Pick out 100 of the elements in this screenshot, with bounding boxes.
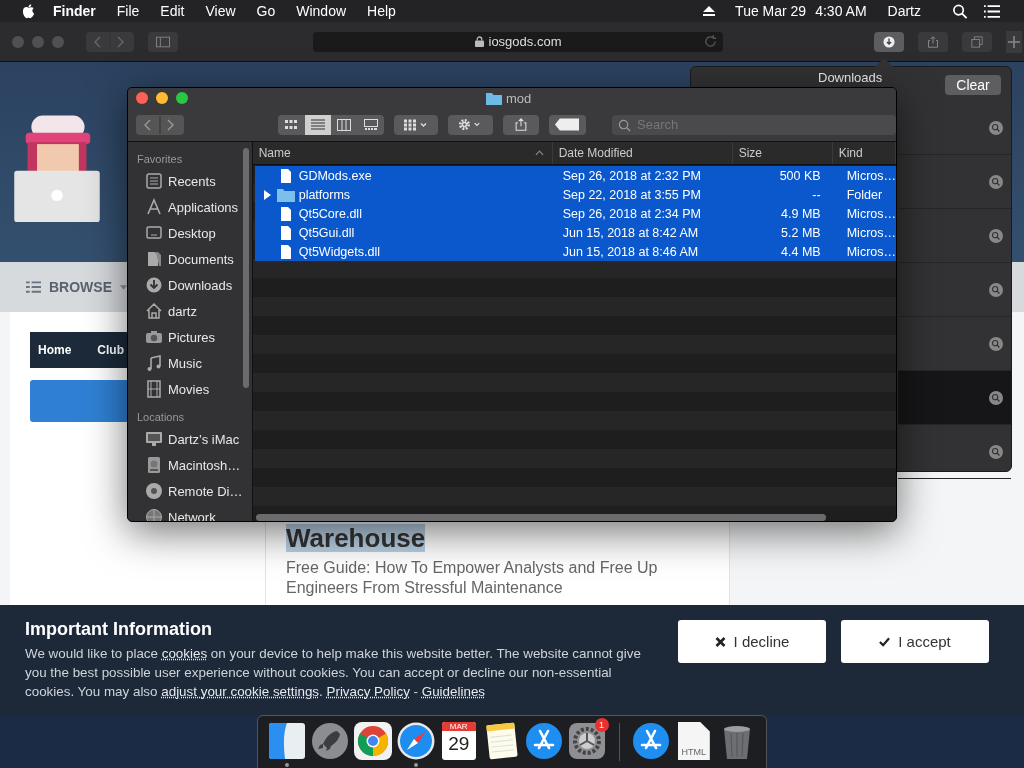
tag-button[interactable]	[548, 114, 586, 135]
breadcrumb-link[interactable]: Club	[97, 343, 124, 357]
zoom-button[interactable]	[176, 92, 188, 104]
sidebar-item[interactable]: Desktop	[168, 225, 216, 241]
action-menu-button[interactable]	[447, 114, 494, 135]
apple-icon[interactable]	[22, 3, 35, 19]
magnifier-icon[interactable]	[989, 174, 1003, 189]
back-forward-buttons[interactable]	[136, 114, 184, 135]
magnifier-icon[interactable]	[989, 228, 1003, 243]
music-note-icon	[145, 354, 163, 372]
magnifier-icon[interactable]	[989, 444, 1003, 459]
sidebar-item[interactable]: Recents	[168, 173, 216, 189]
address-field[interactable]: iosgods.com	[313, 31, 723, 52]
sidebar-button[interactable]	[148, 31, 178, 52]
close-button[interactable]	[136, 92, 148, 104]
sidebar-item[interactable]: Applications	[168, 199, 239, 215]
finder-icon[interactable]	[267, 721, 308, 761]
hard-drive-icon	[145, 456, 163, 474]
column-header[interactable]: Name	[258, 146, 291, 160]
menu-item[interactable]: Go	[256, 3, 276, 19]
film-icon	[145, 380, 163, 398]
list-icon	[26, 281, 41, 293]
popover-title: Downloads	[818, 70, 883, 85]
scrollbar[interactable]	[242, 148, 249, 388]
menu-item[interactable]: File	[116, 3, 140, 19]
menu-item[interactable]: Help	[367, 3, 396, 19]
file-row[interactable]: Qt5Core.dll Sep 26, 2018 at 2:34 PM 4.9 MB Micros…	[254, 204, 896, 223]
column-header[interactable]: Kind	[838, 146, 863, 160]
app-store-icon[interactable]	[524, 721, 565, 761]
sidebar-item[interactable]: dartz	[168, 303, 197, 319]
tabs-icon	[970, 35, 984, 48]
eject-icon[interactable]	[703, 6, 716, 16]
menu-item[interactable]: Window	[296, 3, 347, 19]
checkmark-icon	[879, 636, 891, 647]
cookie-title: Important Information	[25, 619, 213, 640]
group-button[interactable]	[394, 114, 438, 135]
gear-icon[interactable]	[567, 721, 608, 761]
accept-button[interactable]: I accept	[841, 620, 989, 663]
cookie-link[interactable]: Privacy Policy	[326, 684, 410, 699]
search-icon[interactable]	[952, 3, 968, 19]
new-tab-button[interactable]	[1006, 30, 1022, 53]
sidebar-item[interactable]: Pictures	[168, 329, 215, 345]
sidebar-heading: Locations	[137, 410, 186, 425]
minimize-button[interactable]	[156, 92, 168, 104]
menu-date[interactable]: Tue Mar 29	[735, 3, 807, 19]
magnifier-icon[interactable]	[989, 282, 1003, 297]
user-menu[interactable]: Dartz	[887, 3, 921, 19]
file-size: 500 KB	[779, 168, 821, 183]
download-icon	[145, 276, 163, 294]
sidebar-item[interactable]: Macintosh…	[168, 457, 241, 473]
sidebar-item[interactable]: Remote Di…	[168, 483, 243, 499]
tray-icon	[145, 172, 163, 190]
sidebar-item[interactable]: Dartz’s iMac	[168, 431, 240, 447]
monitor-icon	[145, 224, 163, 242]
list-icon[interactable]	[984, 3, 1000, 19]
file-row[interactable]: platforms Sep 22, 2018 at 3:55 PM -- Folder	[254, 185, 896, 204]
clear-button[interactable]: Clear	[945, 75, 1001, 95]
app-store-icon[interactable]	[631, 721, 671, 761]
chrome-icon[interactable]	[353, 721, 394, 761]
file-row[interactable]: GDMods.exe Sep 26, 2018 at 2:32 PM 500 KB Micros…	[254, 166, 896, 185]
sidebar-item[interactable]: Movies	[168, 381, 210, 397]
magnifier-icon[interactable]	[989, 120, 1003, 135]
menu-item[interactable]: View	[205, 3, 236, 19]
column-header[interactable]: Date Modified	[558, 146, 633, 160]
globe-icon	[145, 508, 163, 521]
sidebar-item[interactable]: Network	[168, 509, 216, 521]
file-row[interactable]: Qt5Widgets.dll Jun 15, 2018 at 8:46 AM 4.4 MB Micros…	[254, 242, 896, 261]
cookie-notice: We would like to place cookies on your device to help make this website better. The website cannot give you the best possible user experience without cookies. You can accept or decline our non-essential cookies. You may also adjust your cookie settings. Privacy Policy - Guidelines	[25, 645, 642, 701]
list-view-button[interactable]	[304, 114, 332, 135]
scrollbar[interactable]	[255, 514, 826, 521]
cookie-link[interactable]: Guidelines	[421, 684, 486, 699]
compass-icon[interactable]	[395, 721, 436, 761]
file-kind: Micros…	[846, 168, 896, 183]
decline-button[interactable]: I decline	[678, 620, 826, 663]
grid-icon	[404, 118, 429, 131]
share-button[interactable]	[918, 31, 948, 52]
magnifier-icon[interactable]	[989, 336, 1003, 351]
disclosure-triangle-icon[interactable]	[262, 189, 271, 200]
document-icon[interactable]: HTML	[677, 722, 710, 760]
tabs-button[interactable]	[962, 31, 992, 52]
downloads-button[interactable]	[874, 31, 904, 52]
plus-icon	[1007, 35, 1021, 48]
share-button[interactable]	[503, 114, 539, 135]
sidebar-item[interactable]: Documents	[168, 251, 234, 267]
cookie-link[interactable]: cookies	[161, 646, 208, 661]
menu-clock[interactable]: 4:30 AM	[815, 3, 867, 19]
browse-menu[interactable]: BROWSE	[49, 279, 112, 295]
download-icon	[882, 35, 896, 48]
calendar-icon[interactable]: MAR 29	[441, 722, 476, 760]
rocket-icon[interactable]	[310, 721, 351, 761]
column-header[interactable]: Size	[738, 146, 763, 160]
breadcrumb-link[interactable]: Home	[38, 343, 72, 357]
lock-icon	[474, 36, 484, 47]
article-title[interactable]: Warehouse	[286, 524, 426, 552]
magnifier-icon[interactable]	[989, 390, 1003, 405]
sidebar-item[interactable]: Downloads	[168, 277, 233, 293]
app-menu[interactable]: Finder	[53, 3, 96, 19]
sidebar-item[interactable]: Music	[168, 355, 202, 371]
file-row[interactable]: Qt5Gui.dll Jun 15, 2018 at 8:42 AM 5.2 MB Micros…	[254, 223, 896, 242]
menu-item[interactable]: Edit	[160, 3, 185, 19]
